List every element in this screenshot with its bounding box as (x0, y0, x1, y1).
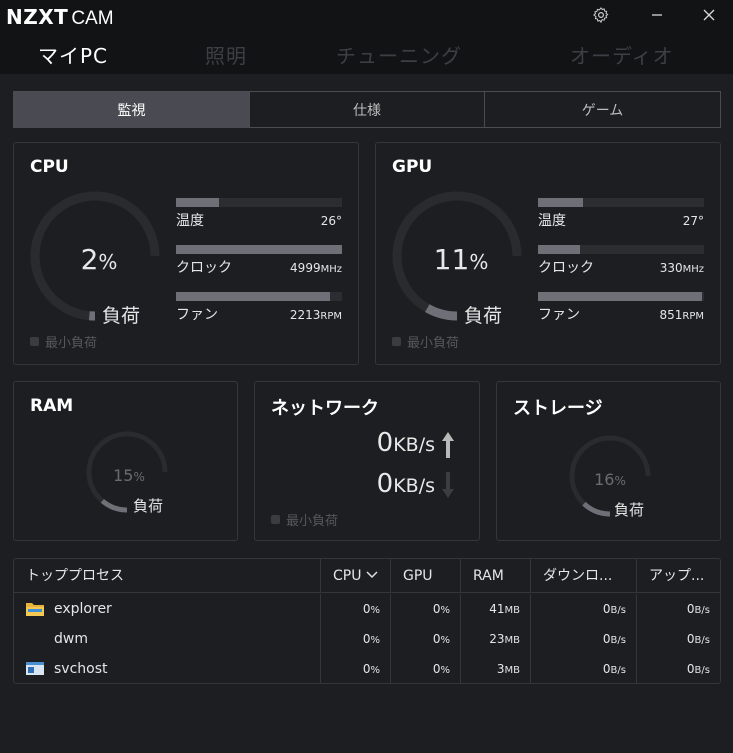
cpu-clock-metric: クロック 4999MHz (176, 245, 342, 277)
storage-title: ストレージ (513, 398, 603, 419)
close-icon[interactable] (697, 4, 721, 26)
column-header-process[interactable]: トッププロセス (14, 559, 320, 593)
metric-value: 26° (320, 214, 342, 228)
checkbox-icon (30, 337, 39, 346)
metric-value: 851RPM (659, 308, 704, 322)
ram-title: RAM (30, 396, 74, 416)
upload-arrow-icon (442, 432, 454, 458)
cpu-card[interactable]: CPU 2% 負荷 最小負荷 温度 26° クロック 4999MHz ファン 2213… (13, 142, 359, 365)
process-gpu: 0% (390, 594, 460, 624)
metric-name: ファン (176, 307, 218, 323)
metric-name: ファン (538, 307, 580, 323)
ram-load-label: 負荷 (133, 497, 164, 515)
metric-value: 4999MHz (290, 261, 342, 275)
process-ram: 41MB (460, 594, 530, 624)
tab-monitoring[interactable]: 監視 (14, 92, 250, 127)
column-header-download[interactable]: ダウンロ... (530, 559, 636, 593)
ram-card[interactable]: RAM 15% 負荷 (13, 381, 238, 541)
nav-audio[interactable]: オーディオ (570, 40, 674, 69)
process-cpu: 0% (320, 624, 390, 654)
tab-specs[interactable]: 仕様 (250, 92, 485, 127)
column-header-upload[interactable]: アップ... (636, 559, 720, 593)
gpu-title: GPU (392, 157, 433, 177)
metric-value: 27° (682, 214, 704, 228)
process-name: explorer (54, 601, 112, 617)
cpu-min-load-toggle[interactable]: 最小負荷 (30, 332, 97, 351)
table-row[interactable]: explorer 0% 0% 41MB 0B/s 0B/s (14, 594, 720, 624)
download-arrow-icon (442, 472, 454, 498)
sort-chevron-down-icon (366, 571, 378, 579)
minimize-icon[interactable] (645, 4, 669, 26)
process-name: dwm (54, 631, 88, 647)
checkbox-icon (271, 515, 280, 524)
metric-name: クロック (538, 260, 594, 276)
process-gpu: 0% (390, 654, 460, 684)
column-header-gpu[interactable]: GPU (390, 559, 460, 593)
min-load-label: 最小負荷 (407, 336, 460, 351)
table-row[interactable]: svchost 0% 0% 3MB 0B/s 0B/s (14, 654, 720, 684)
brand-name: NZXT (6, 5, 69, 29)
gpu-clock-metric: クロック 330MHz (538, 245, 704, 277)
process-upload: 0B/s (636, 654, 720, 684)
process-download: 0B/s (530, 654, 636, 684)
process-upload: 0B/s (636, 624, 720, 654)
gpu-load-label: 負荷 (464, 305, 503, 327)
process-cpu: 0% (320, 654, 390, 684)
storage-card[interactable]: ストレージ 16% 負荷 (496, 381, 721, 541)
process-ram: 23MB (460, 624, 530, 654)
top-processes-table: トッププロセス CPU GPU RAM ダウンロ... アップ... explo… (13, 558, 721, 684)
gpu-card[interactable]: GPU 11% 負荷 最小負荷 温度 27° クロック 330MHz ファン 851R… (375, 142, 721, 365)
network-title: ネットワーク (271, 398, 379, 419)
network-card[interactable]: ネットワーク 0KB/s 0KB/s 最小負荷 (254, 381, 480, 541)
gpu-fan-metric: ファン 851RPM (538, 292, 704, 324)
min-load-label: 最小負荷 (45, 336, 98, 351)
cpu-fan-metric: ファン 2213RPM (176, 292, 342, 324)
metric-value: 2213RPM (289, 308, 342, 322)
column-header-cpu[interactable]: CPU (320, 559, 390, 593)
settings-gear-icon[interactable] (589, 4, 613, 26)
network-min-load-toggle[interactable]: 最小負荷 (271, 510, 338, 529)
view-tabs: 監視 仕様 ゲーム (13, 91, 721, 128)
process-upload: 0B/s (636, 594, 720, 624)
metric-name: 温度 (176, 213, 204, 229)
nav-lighting[interactable]: 照明 (205, 40, 247, 69)
metric-value: 330MHz (659, 261, 704, 275)
checkbox-icon (392, 337, 401, 346)
gpu-temp-metric: 温度 27° (538, 198, 704, 230)
app-logo: NZXT CAM (6, 5, 114, 30)
upload-speed: 0KB/s (376, 428, 435, 458)
storage-load-value: 16% (594, 470, 626, 489)
title-bar: NZXT CAM マイPC 照明 チューニング オーディオ (0, 0, 733, 74)
table-row[interactable]: dwm 0% 0% 23MB 0B/s 0B/s (14, 624, 720, 654)
product-name: CAM (71, 8, 114, 29)
process-download: 0B/s (530, 624, 636, 654)
process-ram: 3MB (460, 654, 530, 684)
metric-name: クロック (176, 260, 232, 276)
metric-name: 温度 (538, 213, 566, 229)
process-download: 0B/s (530, 594, 636, 624)
min-load-label: 最小負荷 (286, 514, 339, 529)
gpu-min-load-toggle[interactable]: 最小負荷 (392, 332, 459, 351)
process-gpu: 0% (390, 624, 460, 654)
nav-my-pc[interactable]: マイPC (38, 40, 108, 69)
table-header: トッププロセス CPU GPU RAM ダウンロ... アップ... (14, 559, 720, 593)
process-cpu: 0% (320, 594, 390, 624)
process-name: svchost (54, 661, 108, 677)
nav-tuning[interactable]: チューニング (336, 40, 462, 69)
tab-games[interactable]: ゲーム (485, 92, 720, 127)
gpu-load-value: 11% (433, 243, 489, 276)
storage-load-label: 負荷 (614, 501, 645, 519)
ram-load-value: 15% (113, 466, 145, 485)
cpu-temp-metric: 温度 26° (176, 198, 342, 230)
download-speed: 0KB/s (376, 469, 435, 499)
cpu-load-value: 2% (80, 243, 118, 276)
cpu-title: CPU (30, 157, 69, 177)
column-header-ram[interactable]: RAM (460, 559, 530, 593)
cpu-load-label: 負荷 (102, 305, 141, 327)
